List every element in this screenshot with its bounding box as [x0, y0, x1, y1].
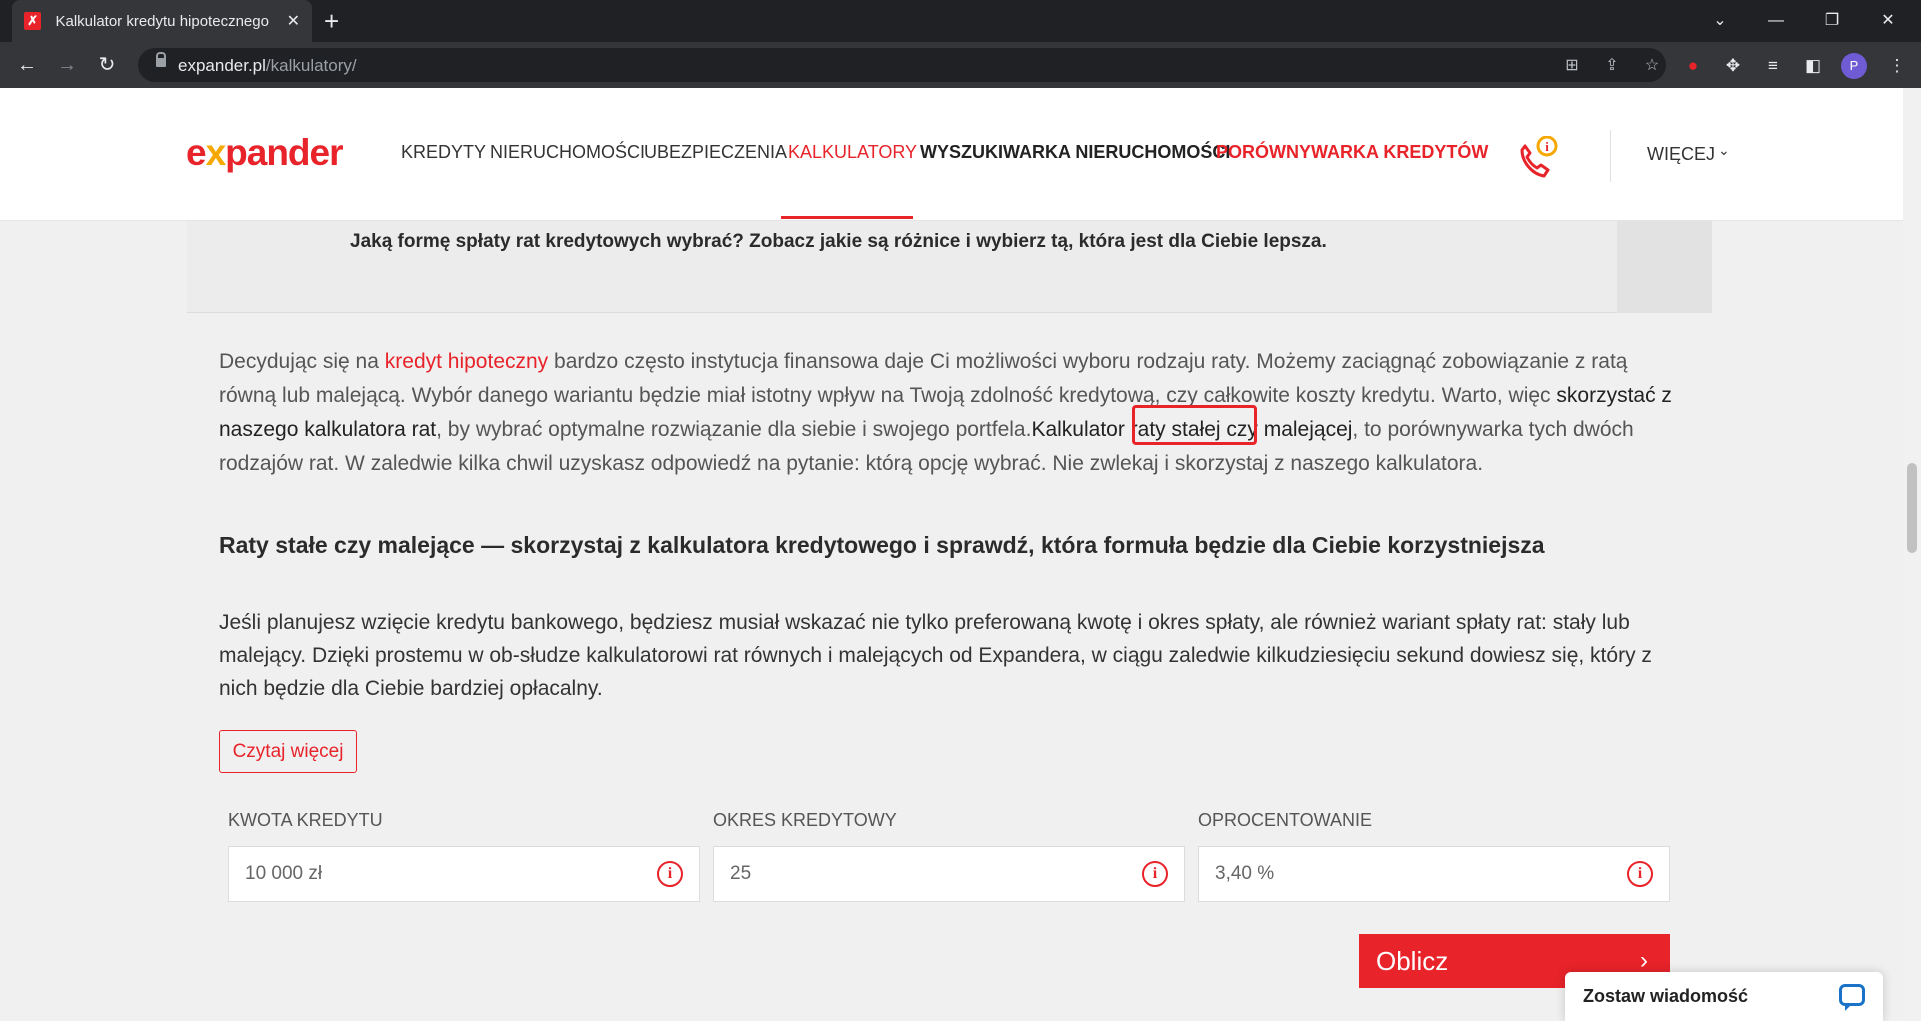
browser-toolbar: ← → ↻ expander.pl/kalkulatory/ ⊞ ⇪ ☆ ● ✥… — [0, 42, 1921, 88]
highlight-annotation-box — [1132, 405, 1257, 445]
calculator-section: Jaką formę spłaty rat kredytowych wybrać… — [187, 221, 1712, 1021]
phone-info-icon[interactable]: i — [1516, 136, 1560, 180]
info-icon[interactable]: i — [1142, 861, 1168, 887]
more-menu[interactable]: WIĘCEJ — [1647, 144, 1715, 165]
lock-icon — [156, 52, 166, 67]
read-more-button[interactable]: Czytaj więcej — [219, 730, 357, 773]
back-icon[interactable]: ← — [12, 50, 42, 80]
tab-title: Kalkulator kredytu hipotecznego — [55, 12, 269, 30]
loan-amount-value: 10 000 zł — [245, 863, 323, 884]
restore-button[interactable]: ❐ — [1804, 0, 1860, 42]
url-text: expander.pl/kalkulatory/ — [178, 56, 357, 75]
chat-bubble-icon[interactable] — [1839, 984, 1865, 1011]
nav-wyszukiwarka-nieruchomosci[interactable]: WYSZUKIWARKA NIERUCHOMOŚCI — [920, 142, 1230, 163]
question-banner: Jaką formę spłaty rat kredytowych wybrać… — [187, 221, 1712, 313]
tab-close-icon[interactable]: ✕ — [287, 11, 300, 31]
loan-amount-input[interactable]: 10 000 zł i — [228, 846, 700, 902]
interest-rate-value: 3,40 % — [1215, 863, 1275, 884]
section-paragraph: Jeśli planujesz wzięcie kredytu bankoweg… — [219, 611, 1652, 700]
loan-amount-label: KWOTA KREDYTU — [228, 810, 383, 830]
expander-favicon-icon: ✗ — [24, 12, 42, 30]
close-window-button[interactable]: ✕ — [1860, 0, 1916, 42]
new-tab-button[interactable]: + — [324, 6, 339, 36]
info-icon[interactable]: i — [1627, 861, 1653, 887]
expander-logo[interactable]: expander — [186, 132, 344, 174]
header-divider — [1610, 130, 1611, 182]
banner-question: Jaką formę spłaty rat kredytowych wybrać… — [350, 231, 1327, 252]
chat-label: Zostaw wiadomość — [1583, 986, 1749, 1006]
tab-search-icon[interactable]: ⌄ — [1692, 0, 1748, 42]
intro-paragraph: Decydując się na kredyt hipoteczny bardz… — [219, 350, 1672, 475]
extensions-puzzle-icon[interactable]: ✥ — [1722, 55, 1744, 77]
section-heading: Raty stałe czy malejące — skorzystaj z k… — [219, 532, 1545, 558]
nav-kalkulatory[interactable]: KALKULATORY — [788, 142, 917, 163]
browser-menu-icon[interactable]: ⋮ — [1886, 55, 1908, 77]
side-panel-icon[interactable]: ◧ — [1802, 55, 1824, 77]
web-page: expander KREDYTY NIERUCHOMOŚCI UBEZPIECZ… — [0, 88, 1903, 1021]
nav-kredyty[interactable]: KREDYTY — [401, 142, 486, 163]
reload-icon[interactable]: ↻ — [92, 50, 122, 80]
browser-tab[interactable]: ✗ Kalkulator kredytu hipotecznego ✕ — [12, 0, 312, 42]
loan-period-input[interactable]: 25 i — [713, 846, 1185, 902]
interest-rate-label: OPROCENTOWANIE — [1198, 810, 1373, 830]
loan-period-label: OKRES KREDYTOWY — [713, 810, 897, 830]
minimize-button[interactable]: — — [1748, 0, 1804, 42]
media-control-icon[interactable]: ≡ — [1762, 55, 1784, 77]
nav-porownywarka-kredytow[interactable]: PORÓWNYWARKA KREDYTÓW — [1216, 142, 1488, 163]
browser-tab-bar: ✗ Kalkulator kredytu hipotecznego ✕ + ⌄ … — [0, 0, 1921, 42]
banner-side-panel — [1617, 221, 1712, 313]
nav-nieruchomosci[interactable]: NIERUCHOMOŚCI — [490, 142, 645, 163]
loan-period-value: 25 — [730, 863, 752, 884]
chat-widget[interactable]: Zostaw wiadomość — [1565, 972, 1883, 1021]
page-scrollbar[interactable] — [1903, 88, 1921, 1021]
share-icon[interactable]: ⇪ — [1602, 56, 1622, 76]
profile-avatar[interactable]: P — [1841, 53, 1867, 79]
bookmark-star-icon[interactable]: ☆ — [1642, 56, 1662, 76]
site-header: expander KREDYTY NIERUCHOMOŚCI UBEZPIECZ… — [0, 88, 1903, 221]
info-icon[interactable]: i — [657, 861, 683, 887]
nav-active-underline — [781, 216, 913, 219]
address-bar[interactable]: expander.pl/kalkulatory/ ⊞ ⇪ ☆ — [138, 48, 1666, 82]
forward-icon[interactable]: → — [52, 50, 82, 80]
scrollbar-thumb[interactable] — [1907, 463, 1917, 553]
translate-icon[interactable]: ⊞ — [1562, 56, 1582, 76]
svg-text:i: i — [1545, 139, 1549, 154]
kredyt-hipoteczny-link[interactable]: kredyt hipoteczny — [385, 350, 548, 373]
chevron-down-icon[interactable]: ⌄ — [1718, 142, 1730, 159]
extension-badge-icon[interactable]: ● — [1682, 55, 1704, 77]
interest-rate-input[interactable]: 3,40 % i — [1198, 846, 1670, 902]
nav-ubezpieczenia[interactable]: UBEZPIECZENIA — [644, 142, 787, 163]
